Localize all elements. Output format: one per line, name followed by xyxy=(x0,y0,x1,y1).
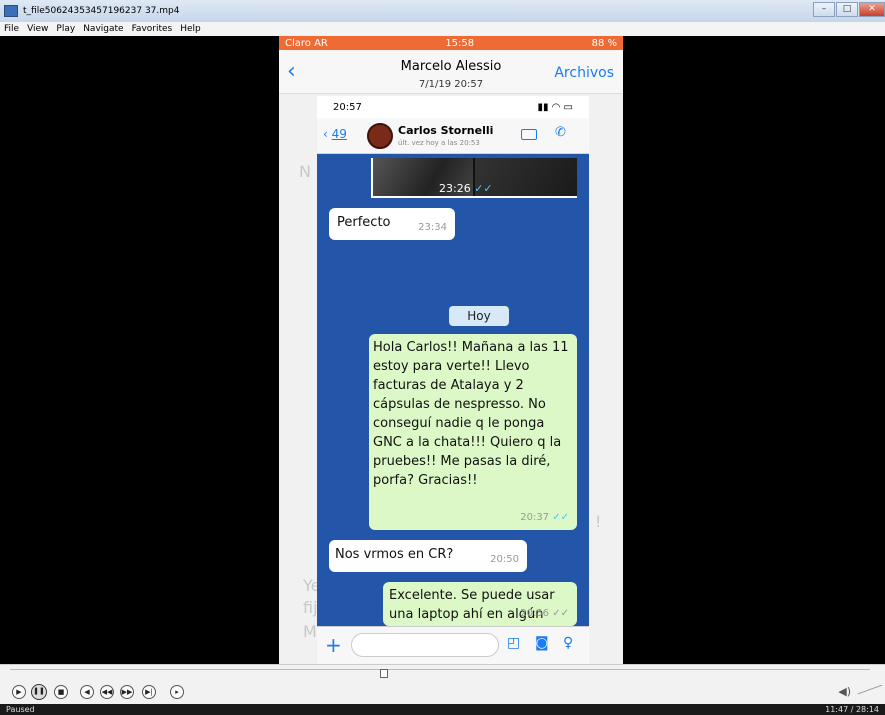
message-time: 20:56 ✓✓ xyxy=(520,608,569,619)
playback-status: Paused xyxy=(6,705,35,714)
ghost-text: ! xyxy=(595,512,602,531)
inner-contact-status: últ. vez hoy a las 20:53 xyxy=(398,139,480,147)
inner-chat-header: ‹ 49 Carlos Stornelli últ. vez hoy a las… xyxy=(317,118,589,154)
window-controls: – □ ✕ xyxy=(813,2,885,17)
message-bubble-in: Perfecto 23:34 xyxy=(329,208,455,240)
stop-button[interactable]: ■ xyxy=(54,685,68,699)
menu-help[interactable]: Help xyxy=(180,24,201,34)
carrier-label: Claro AR xyxy=(285,37,328,49)
ghost-text: N xyxy=(299,162,311,181)
day-divider: Hoy xyxy=(449,306,509,326)
sticker-icon[interactable]: ◰ xyxy=(507,635,520,651)
volume-icon[interactable]: ◀) xyxy=(838,685,851,698)
message-bubble-in: Nos vrmos en CR? 20:50 xyxy=(329,540,527,572)
message-bubble-out: Hola Carlos!! Mañana a las 11 estoy para… xyxy=(369,334,577,530)
message-time: 23:34 xyxy=(418,222,447,233)
battery-label: 88 % xyxy=(591,37,617,49)
ghost-text: fij xyxy=(303,598,318,617)
maximize-button[interactable]: □ xyxy=(836,2,858,17)
close-button[interactable]: ✕ xyxy=(859,2,885,17)
plus-icon[interactable]: + xyxy=(325,633,342,657)
previous-button[interactable]: ◀ xyxy=(80,685,94,699)
window-title: t_file50624353457196237 37.mp4 xyxy=(23,6,180,16)
media-player-icon xyxy=(4,5,18,17)
playback-time: 11:47 / 28:14 xyxy=(825,705,879,714)
menu-navigate[interactable]: Navigate xyxy=(83,24,123,34)
seek-bar[interactable] xyxy=(10,669,870,678)
phone-screen: Claro AR 15:58 88 % ‹ Marcelo Alessio 7/… xyxy=(279,36,623,664)
message-text: Nos vrmos en CR? xyxy=(335,547,454,562)
menu-bar: File View Play Navigate Favorites Help xyxy=(0,22,885,36)
camera-icon[interactable]: ◙ xyxy=(535,635,549,651)
avatar xyxy=(367,123,393,149)
menu-favorites[interactable]: Favorites xyxy=(132,24,173,34)
minimize-button[interactable]: – xyxy=(813,2,835,17)
phone-status-bar: Claro AR 15:58 88 % xyxy=(279,36,623,50)
screenshot-in-chat: 20:57 ▮▮ ◠ ▭ ‹ 49 Carlos Stornelli últ. … xyxy=(317,96,589,664)
message-input[interactable] xyxy=(351,633,499,657)
message-time: 20:50 xyxy=(490,554,519,565)
message-bubble-out: Excelente. Se puede usar una laptop ahí … xyxy=(383,582,577,626)
video-call-icon[interactable] xyxy=(521,129,537,140)
inner-back-button[interactable]: ‹ 49 xyxy=(323,127,347,141)
media-message[interactable]: 23:26 ✓✓ xyxy=(371,158,577,198)
microphone-icon[interactable]: ♀ xyxy=(563,635,573,651)
menu-file[interactable]: File xyxy=(4,24,19,34)
player-status-bar: Paused 11:47 / 28:14 xyxy=(0,704,885,715)
next-button[interactable]: ▶| xyxy=(142,685,156,699)
ghost-text: M xyxy=(303,622,317,641)
video-area[interactable]: Claro AR 15:58 88 % ‹ Marcelo Alessio 7/… xyxy=(0,36,885,664)
play-button[interactable]: ▶ xyxy=(12,685,26,699)
inner-time: 20:57 xyxy=(333,101,362,113)
phone-call-icon[interactable]: ✆ xyxy=(555,125,566,140)
menu-play[interactable]: Play xyxy=(56,24,75,34)
player-controls: ▶ ❚❚ ■ ◀ ◀◀ ▶▶ ▶| ▸ ◀) xyxy=(0,664,885,704)
pause-button[interactable]: ❚❚ xyxy=(31,684,47,700)
seek-thumb[interactable] xyxy=(380,669,388,678)
inner-status-bar: 20:57 ▮▮ ◠ ▭ xyxy=(317,96,589,118)
message-time: 20:37 ✓✓ xyxy=(520,512,569,523)
forward-button[interactable]: ▶▶ xyxy=(120,685,134,699)
window-titlebar: t_file50624353457196237 37.mp4 – □ ✕ xyxy=(0,0,885,22)
rewind-button[interactable]: ◀◀ xyxy=(100,685,114,699)
signal-icon: ▮▮ ◠ ▭ xyxy=(537,101,573,113)
phone-time: 15:58 xyxy=(445,37,475,49)
message-text: Perfecto xyxy=(337,215,391,230)
inner-contact-name: Carlos Stornelli xyxy=(398,124,494,137)
frame-step-button[interactable]: ▸ xyxy=(170,685,184,699)
conversation-header: ‹ Marcelo Alessio 7/1/19 20:57 Archivos xyxy=(279,50,623,94)
back-count: 49 xyxy=(331,127,347,141)
archivos-button[interactable]: Archivos xyxy=(554,65,614,81)
compose-bar: + ◰ ◙ ♀ xyxy=(317,626,589,664)
media-time: 23:26 ✓✓ xyxy=(439,182,493,195)
menu-view[interactable]: View xyxy=(27,24,48,34)
volume-slider[interactable] xyxy=(857,684,883,695)
message-text: Hola Carlos!! Mañana a las 11 estoy para… xyxy=(373,340,569,488)
